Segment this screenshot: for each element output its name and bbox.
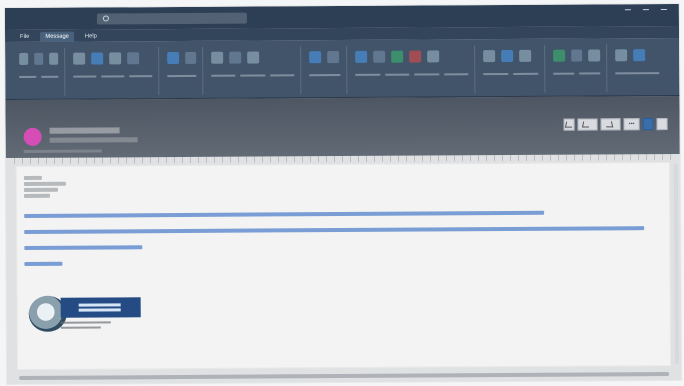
email-screenshot: File Message Help ••• bbox=[4, 3, 682, 385]
more-icon: ••• bbox=[628, 121, 635, 128]
tab-message[interactable]: Message bbox=[40, 31, 74, 42]
message-actions: ••• bbox=[563, 118, 668, 131]
body-line bbox=[24, 261, 63, 266]
ribbon-group-7 bbox=[477, 44, 546, 94]
horizontal-scrollbar[interactable] bbox=[19, 372, 670, 380]
sender-avatar bbox=[23, 127, 42, 146]
reply-all-button[interactable] bbox=[577, 118, 598, 131]
body-line bbox=[23, 181, 66, 186]
more-actions-button[interactable]: ••• bbox=[623, 118, 640, 131]
signature-line bbox=[60, 326, 101, 329]
recipient-line bbox=[49, 137, 138, 143]
signature-banner bbox=[60, 297, 141, 318]
message-header: ••• bbox=[5, 95, 680, 159]
forward-button[interactable] bbox=[600, 118, 621, 131]
signature-line bbox=[60, 321, 111, 324]
email-signature bbox=[28, 295, 141, 332]
body-line bbox=[24, 245, 143, 250]
ribbon-group-5 bbox=[303, 45, 348, 95]
body-line bbox=[23, 187, 58, 192]
maximize-icon[interactable] bbox=[642, 9, 649, 17]
greeting-line bbox=[23, 175, 42, 180]
message-ribbon bbox=[5, 37, 680, 101]
ribbon-group-2 bbox=[67, 47, 160, 96]
ribbon-group-6 bbox=[349, 45, 476, 94]
ribbon-group-4 bbox=[205, 46, 302, 95]
close-icon[interactable] bbox=[660, 9, 667, 17]
overflow-button[interactable] bbox=[656, 118, 668, 131]
tab-file[interactable]: File bbox=[15, 32, 34, 42]
sender-name bbox=[49, 127, 120, 134]
reply-all-icon bbox=[582, 121, 591, 128]
body-line bbox=[23, 193, 51, 198]
search-box[interactable] bbox=[96, 12, 247, 24]
message-body bbox=[15, 162, 672, 370]
ribbon-group-8 bbox=[547, 44, 608, 93]
search-icon bbox=[102, 15, 109, 22]
ribbon-group-3 bbox=[161, 46, 204, 96]
body-line bbox=[24, 210, 545, 218]
message-info-line bbox=[23, 149, 102, 153]
window-controls bbox=[624, 9, 667, 17]
reply-button[interactable] bbox=[563, 118, 575, 131]
teams-share-button[interactable] bbox=[642, 118, 654, 131]
vertical-scrollbar[interactable] bbox=[673, 163, 680, 364]
tab-help[interactable]: Help bbox=[80, 31, 102, 41]
reply-icon bbox=[565, 121, 574, 128]
ribbon-group-9 bbox=[609, 44, 665, 92]
ribbon-group-1 bbox=[13, 47, 66, 97]
forward-icon bbox=[605, 121, 614, 128]
body-line bbox=[24, 226, 645, 234]
minimize-icon[interactable] bbox=[624, 9, 631, 17]
